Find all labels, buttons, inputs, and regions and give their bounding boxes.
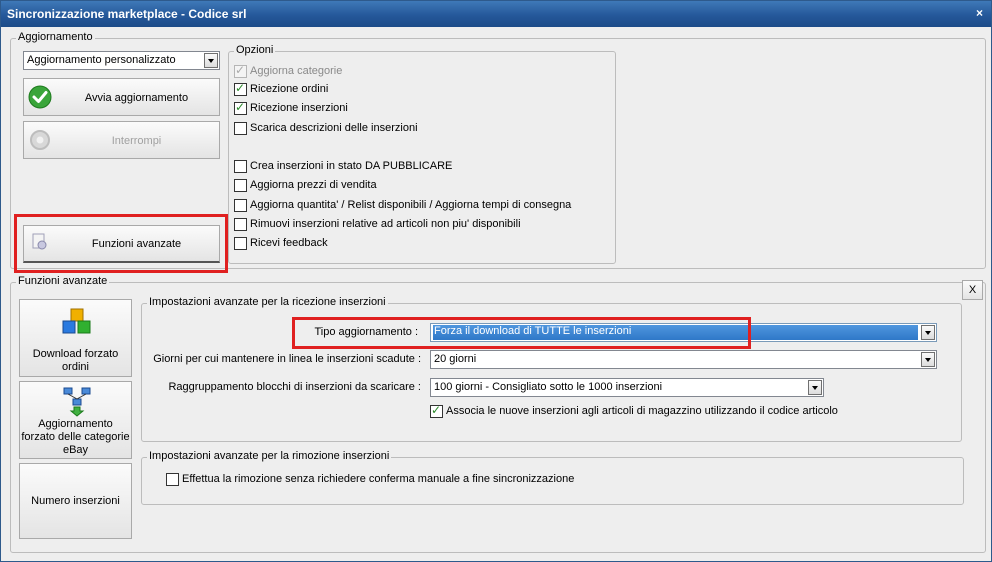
giorni-label: Giorni per cui mantenere in linea le ins… [153,353,421,365]
highlight-funzioni-avanzate [14,214,228,273]
chevron-down-icon[interactable] [921,325,935,340]
update-mode-value: Aggiornamento personalizzato [27,54,176,66]
aggiornamento-categorie-button[interactable]: Aggiornamento forzato delle categorie eB… [19,381,132,459]
update-mode-select[interactable]: Aggiornamento personalizzato [23,51,220,70]
sync-window: Sincronizzazione marketplace - Codice sr… [0,0,992,562]
network-icon [63,387,91,417]
checkbox-label: Crea inserzioni in stato DA PUBBLICARE [250,160,453,172]
rimozione-inserzioni-group-label: Impostazioni avanzate per la rimozione i… [147,450,392,462]
opzioni-group-label: Opzioni [234,44,276,56]
checkbox-box[interactable] [234,237,247,250]
checkbox-label: Scarica descrizioni delle inserzioni [250,122,418,134]
giorni-value: 20 giorni [434,353,477,365]
checkbox-label: Effettua la rimozione senza richiedere c… [182,473,575,485]
checkbox-box[interactable] [234,160,247,173]
stop-gear-icon [30,130,50,150]
checkbox-label: Aggiorna prezzi di vendita [250,179,377,191]
highlight-tipo-aggiornamento [292,317,751,349]
window-title: Sincronizzazione marketplace - Codice sr… [7,7,247,21]
avvia-aggiornamento-label: Avvia aggiornamento [84,92,189,104]
checkbox-box[interactable] [234,179,247,192]
numero-inserzioni-label: Numero inserzioni [31,495,120,507]
checkbox-box[interactable] [234,81,247,96]
checkbox-box[interactable] [234,122,247,135]
numero-inserzioni-button[interactable]: Numero inserzioni [19,463,132,539]
checkbox-label: Ricezione inserzioni [250,102,348,114]
checkbox-label: Ricevi feedback [250,237,328,249]
chevron-down-icon[interactable] [808,380,822,395]
chevron-down-icon[interactable] [921,352,935,367]
download-forzato-ordini-label: Download forzato ordini [32,348,119,373]
checkbox-box[interactable] [234,100,247,115]
funzioni-avanzate-group-label: Funzioni avanzate [16,275,110,287]
interrompi-label: Interrompi [111,135,162,147]
raggruppamento-value: 100 giorni - Consigliato sotto le 1000 i… [434,381,663,393]
interrompi-button[interactable]: Interrompi [23,121,220,159]
close-window-button[interactable]: × [976,6,983,20]
checkbox-box[interactable] [166,473,179,486]
close-funzioni-avanzate-button[interactable]: X [962,280,983,300]
checkbox-box[interactable] [234,63,247,78]
giorni-select[interactable]: 20 giorni [430,350,937,369]
close-funzioni-avanzate-label: X [968,284,977,296]
checkbox-box[interactable] [234,218,247,231]
cubes-icon [62,308,91,334]
checkbox-label: Ricezione ordini [250,83,329,95]
chevron-down-icon[interactable] [204,53,218,68]
title-bar[interactable]: Sincronizzazione marketplace - Codice sr… [1,1,991,27]
raggruppamento-label: Raggruppamento blocchi di inserzioni da … [168,381,421,393]
aggiornamento-group-label: Aggiornamento [16,31,95,43]
checkbox-label: Associa le nuove inserzioni agli articol… [446,405,838,417]
checkbox-label: Aggiorna categorie [250,65,343,77]
check-circle-icon [28,85,52,109]
avvia-aggiornamento-button[interactable]: Avvia aggiornamento [23,78,220,116]
ricezione-inserzioni-group-label: Impostazioni avanzate per la ricezione i… [147,296,388,308]
download-forzato-ordini-button[interactable]: Download forzato ordini [19,299,132,377]
checkbox-label: Rimuovi inserzioni relative ad articoli … [250,218,521,230]
raggruppamento-select[interactable]: 100 giorni - Consigliato sotto le 1000 i… [430,378,824,397]
checkbox-box[interactable] [234,199,247,212]
aggiornamento-categorie-label: Aggiornamento forzato delle categorie eB… [21,418,130,456]
checkbox-box[interactable] [430,403,443,418]
checkbox-label: Aggiorna quantita' / Relist disponibili … [250,199,572,211]
